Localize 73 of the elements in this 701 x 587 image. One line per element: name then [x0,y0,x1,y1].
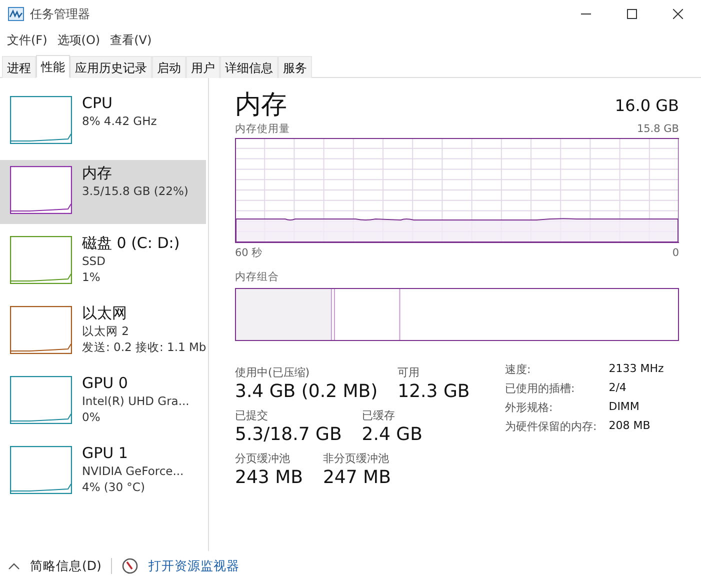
item-name: GPU 1 [82,444,129,463]
sidebar-item[interactable]: CPU 8% 4.42 GHz [0,90,206,154]
stat-label: 可用 [398,365,421,380]
item-detail: 8% 4.42 GHz [82,113,157,129]
tab[interactable]: 启动 [152,56,186,78]
stat-value: 5.3/18.7 GB [235,423,342,447]
gauge-icon [122,558,138,574]
graph-max: 15.8 GB [636,123,679,135]
tab[interactable]: 性能 [36,55,70,78]
graph-thumbnail [10,376,72,424]
stat-value: 12.3 GB [398,380,470,404]
menu-item[interactable]: 查看(V) [107,32,155,48]
tab[interactable]: 应用历史记录 [70,56,152,78]
tab[interactable]: 进程 [2,56,36,78]
item-name: GPU 0 [82,374,129,393]
item-name: 磁盘 0 (C: D:) [82,234,180,253]
spec-value: 2/4 [608,381,628,396]
item-detail: 1% [82,269,102,285]
stat-label: 已提交 [235,408,269,423]
stat-value: 243 MB [235,466,303,490]
item-detail: Intel(R) UHD Gra... [82,393,190,409]
item-name: 内存 [82,164,113,183]
sidebar-item[interactable]: GPU 1 NVIDIA GeForce... 4% (30 °C) [0,440,206,504]
item-name: 以太网 [82,304,128,323]
time-axis-start: 60 秒 [235,246,263,260]
time-axis-end: 0 [672,247,679,259]
graph-thumbnail [10,446,72,494]
summary-button[interactable]: 简略信息(D) [30,558,102,574]
tab[interactable]: 用户 [186,56,220,78]
close-icon [673,9,683,19]
composition-label: 内存组合 [235,270,279,284]
graph-thumbnail [10,306,72,354]
total-memory: 16.0 GB [614,96,679,114]
spec-value: 2133 MHz [608,362,664,377]
graph-thumbnail [10,236,72,284]
spec-value: 208 MB [608,419,652,434]
spec-label: 外形规格: [505,400,554,415]
panel-title: 内存 [235,89,287,122]
spec-label: 为硬件保留的内存: [505,419,597,434]
spec-value: DIMM [608,400,640,415]
sidebar-item[interactable]: 以太网 以太网 2 发送: 0.2 接收: 1.1 Mb [0,300,206,364]
item-detail: 3.5/15.8 GB (22%) [82,183,188,199]
stat-value: 247 MB [322,466,391,490]
menu-item[interactable]: 选项(O) [54,32,104,48]
spec-label: 速度: [505,362,532,377]
stat-value: 2.4 GB [362,423,422,447]
menu-item[interactable]: 文件(F) [4,32,50,48]
stat-label: 使用中(已压缩) [235,365,311,380]
graph-label: 内存使用量 [235,122,290,136]
graph-thumbnail [10,96,72,144]
item-name: CPU [82,94,114,113]
item-detail: 以太网 2 [82,323,130,339]
spec-label: 已使用的插槽: [505,381,576,396]
item-detail: 0% [82,409,102,425]
sidebar-item[interactable]: 内存 3.5/15.8 GB (22%) [0,160,206,224]
tab[interactable]: 详细信息 [220,56,278,78]
maximize-icon [627,9,637,19]
tab[interactable]: 服务 [278,56,312,78]
item-detail: 4% (30 °C) [82,479,146,495]
graph-thumbnail [10,166,72,214]
item-detail: 发送: 0.2 接收: 1.1 Mb [82,339,206,355]
chevron-up-icon[interactable] [8,562,20,570]
sidebar-item[interactable]: GPU 0 Intel(R) UHD Gra... 0% [0,370,206,434]
stat-label: 分页缓冲池 [235,451,291,466]
window-title: 任务管理器 [30,6,90,22]
app-icon [8,7,24,21]
item-detail: NVIDIA GeForce... [82,463,184,479]
item-detail: SSD [82,253,106,269]
stat-label: 已缓存 [362,408,396,423]
stat-value: 3.4 GB (0.2 MB) [235,380,378,404]
resource-monitor-link[interactable]: 打开资源监视器 [148,558,240,574]
stat-label: 非分页缓冲池 [322,451,390,466]
sidebar-item[interactable]: 磁盘 0 (C: D:) SSD 1% [0,230,206,294]
